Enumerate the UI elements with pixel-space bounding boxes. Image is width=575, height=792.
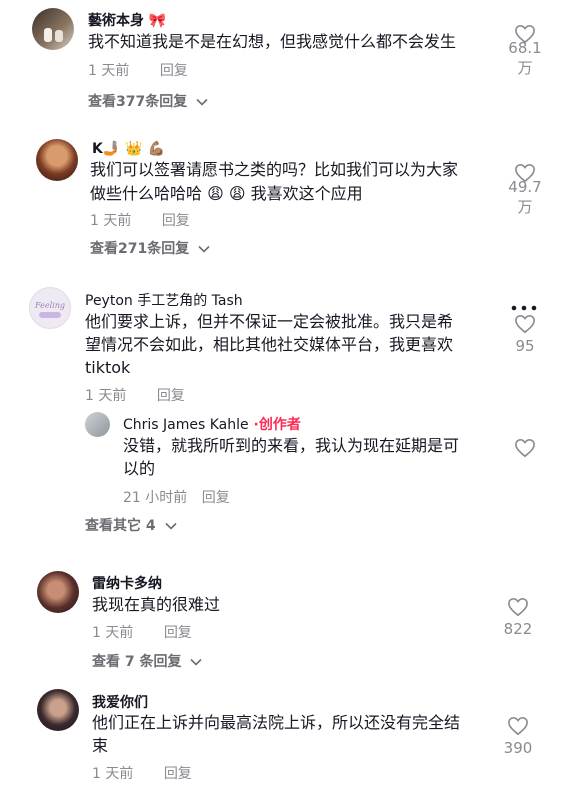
view-replies-label: 查看377条回复 bbox=[88, 94, 188, 110]
like-button[interactable]: 95 bbox=[503, 314, 547, 356]
comment-author[interactable]: 我爱你们 bbox=[92, 692, 148, 712]
comment-time: 1 天前 bbox=[85, 388, 127, 404]
comment-author[interactable]: Peyton 手工艺角的 Tash bbox=[85, 290, 243, 310]
reply-author[interactable]: Chris James Kahle ·创作者 bbox=[123, 414, 301, 434]
comment-meta: 1 天前 回复 bbox=[88, 60, 188, 80]
reply-time: 21 小时前 bbox=[123, 490, 188, 506]
reply-text-line: 没错，就我所听到的来看，我认为现在延期是可 bbox=[123, 436, 460, 455]
avatar[interactable] bbox=[37, 689, 79, 731]
avatar[interactable]: Feeling bbox=[29, 287, 71, 329]
like-button[interactable]: 822 bbox=[496, 597, 540, 639]
comment-text-line: 望情况不会如此，相比其他社交媒体平台，我更喜欢 bbox=[85, 335, 454, 354]
comment-time: 1 天前 bbox=[90, 213, 132, 229]
reply-meta: 21 小时前 回复 bbox=[123, 487, 230, 507]
like-button[interactable]: 68.1 万 bbox=[503, 24, 547, 78]
view-replies-button[interactable]: 查看271条回复 bbox=[90, 238, 210, 258]
reply-button[interactable]: 回复 bbox=[157, 385, 185, 405]
reply-author-name: Chris James Kahle bbox=[123, 417, 249, 433]
like-button[interactable]: 49.7 万 bbox=[503, 163, 547, 217]
heart-icon bbox=[508, 716, 528, 736]
like-count: 68.1 bbox=[508, 39, 542, 57]
view-replies-label: 查看271条回复 bbox=[90, 241, 190, 257]
creator-badge: ·创作者 bbox=[248, 417, 301, 433]
like-count: 822 bbox=[503, 620, 533, 638]
avatar[interactable] bbox=[85, 412, 110, 437]
comment-text-line: 我们可以签署请愿书之类的吗？比如我们可以为大家 bbox=[90, 160, 459, 179]
reply-button[interactable]: 回复 bbox=[164, 763, 192, 783]
chevron-down-icon bbox=[196, 98, 208, 106]
comment-meta: 1 天前 回复 bbox=[92, 763, 192, 783]
chevron-down-icon bbox=[164, 522, 177, 530]
heart-icon bbox=[508, 597, 528, 617]
comment-meta: 1 天前 回复 bbox=[90, 210, 190, 230]
comment-text-line: 他们要求上诉，但并不保证一定会被批准。我只是希 bbox=[85, 312, 454, 331]
like-button[interactable]: 390 bbox=[496, 716, 540, 758]
view-replies-button[interactable]: 查看377条回复 bbox=[88, 91, 208, 111]
ellipsis-icon bbox=[511, 305, 537, 311]
avatar[interactable] bbox=[37, 571, 79, 613]
like-count: 49.7 bbox=[508, 178, 542, 196]
like-count-unit: 万 bbox=[517, 59, 533, 77]
comment-time: 1 天前 bbox=[92, 766, 134, 782]
like-count-unit: 万 bbox=[517, 198, 533, 216]
comment-text-line: 他们正在上诉并向最高法院上诉，所以还没有完全结 bbox=[92, 713, 461, 732]
chevron-down-icon bbox=[190, 658, 202, 666]
comment-author[interactable]: 雷纳卡多纳 bbox=[92, 573, 162, 593]
view-more-replies-button[interactable]: 查看其它 4 bbox=[85, 515, 177, 535]
comment-text: 我不知道我是不是在幻想，但我感觉什么都不会发生 bbox=[88, 32, 457, 51]
comment-text-line: tiktok bbox=[85, 358, 131, 377]
comment-text: 我现在真的很难过 bbox=[92, 595, 221, 614]
reply-button[interactable]: 回复 bbox=[202, 487, 230, 507]
like-button[interactable] bbox=[503, 438, 547, 458]
view-more-label: 查看其它 4 bbox=[85, 518, 156, 534]
reply-button[interactable]: 回复 bbox=[164, 622, 192, 642]
view-replies-label: 查看 7 条回复 bbox=[92, 654, 182, 670]
heart-icon bbox=[515, 314, 535, 334]
comment-author[interactable]: K🤳🏽 👑 💪🏽 bbox=[92, 141, 165, 157]
avatar[interactable] bbox=[36, 139, 78, 181]
like-count: 95 bbox=[515, 337, 535, 355]
reply-button[interactable]: 回复 bbox=[162, 210, 190, 230]
avatar[interactable] bbox=[32, 8, 74, 50]
comment-meta: 1 天前 回复 bbox=[85, 385, 185, 405]
chevron-down-icon bbox=[198, 245, 210, 253]
more-options-button[interactable] bbox=[510, 297, 538, 311]
comment-author[interactable]: 藝術本身 🎀 bbox=[88, 10, 166, 30]
comment-meta: 1 天前 回复 bbox=[92, 622, 192, 642]
heart-icon bbox=[515, 438, 535, 458]
comment-text-line: 做些什么哈哈哈 😩 😩 我喜欢这个应用 bbox=[90, 184, 363, 203]
comment-text-line: 束 bbox=[92, 736, 109, 755]
reply-button[interactable]: 回复 bbox=[160, 60, 188, 80]
avatar-logo-text: Feeling bbox=[35, 301, 65, 310]
reply-text-line: 以的 bbox=[123, 459, 156, 478]
view-replies-button[interactable]: 查看 7 条回复 bbox=[92, 651, 202, 671]
like-count: 390 bbox=[503, 739, 533, 757]
comment-time: 1 天前 bbox=[88, 63, 130, 79]
comment-time: 1 天前 bbox=[92, 625, 134, 641]
